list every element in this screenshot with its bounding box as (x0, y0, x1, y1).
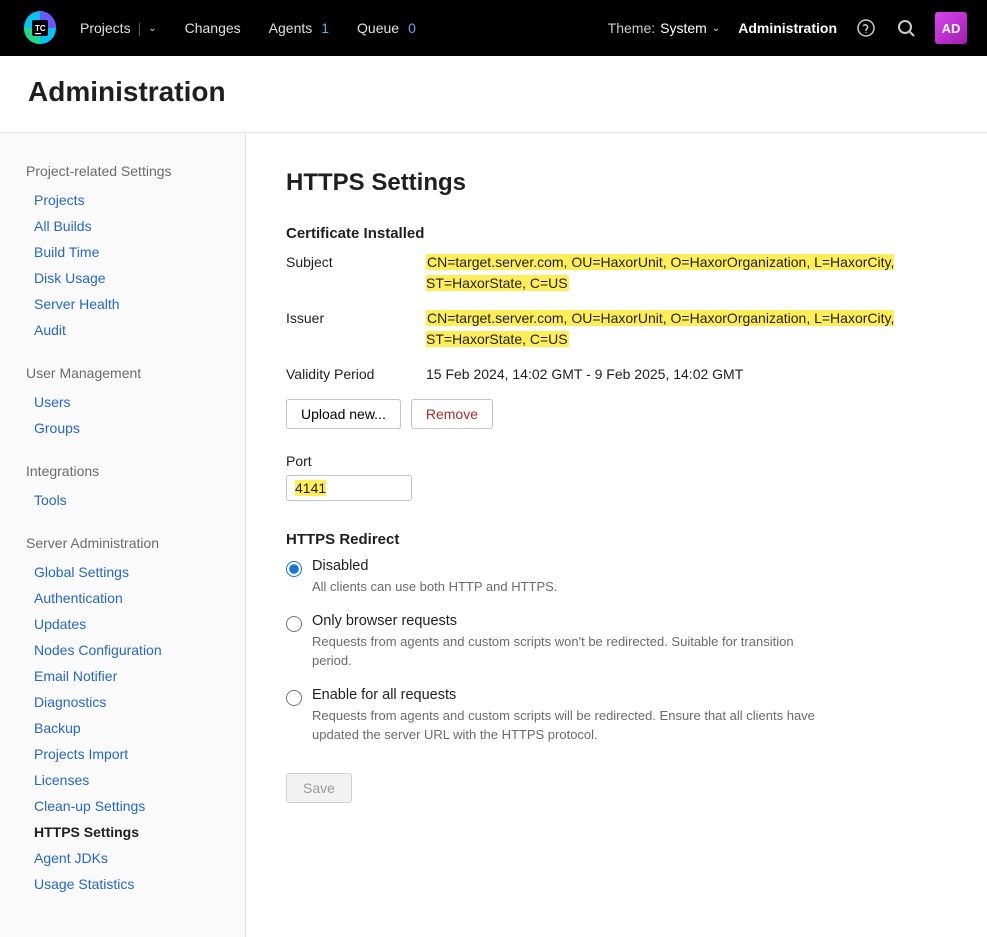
teamcity-logo[interactable]: TC (20, 8, 60, 48)
cert-heading: Certificate Installed (286, 225, 947, 242)
upload-button[interactable]: Upload new... (286, 399, 401, 429)
nav-separator: | (138, 20, 142, 36)
queue-count: 0 (408, 20, 416, 36)
redirect-heading: HTTPS Redirect (286, 531, 947, 548)
radio-disabled[interactable]: Disabled All clients can use both HTTP a… (286, 558, 947, 607)
main-content: HTTPS Settings Certificate Installed Sub… (246, 133, 987, 937)
radio-all-input[interactable] (286, 690, 302, 706)
sidebar-item-all-builds[interactable]: All Builds (0, 213, 245, 239)
sidebar-item-groups[interactable]: Groups (0, 415, 245, 441)
sidebar-item-agent-jdks[interactable]: Agent JDKs (0, 845, 245, 871)
help-icon[interactable] (855, 17, 877, 39)
cert-validity-label: Validity Period (286, 364, 426, 382)
nav-administration[interactable]: Administration (738, 20, 837, 36)
sidebar-item-email-notifier[interactable]: Email Notifier (0, 663, 245, 689)
remove-button[interactable]: Remove (411, 399, 493, 429)
sidebar-item-nodes-config[interactable]: Nodes Configuration (0, 637, 245, 663)
topbar-right: Theme: System ⌄ Administration AD (608, 12, 967, 44)
sidebar-item-build-time[interactable]: Build Time (0, 239, 245, 265)
sidebar-item-tools[interactable]: Tools (0, 487, 245, 513)
port-input[interactable]: 4141 (286, 475, 412, 501)
theme-value: System (660, 20, 707, 36)
sidebar-item-global-settings[interactable]: Global Settings (0, 559, 245, 585)
save-button[interactable]: Save (286, 773, 352, 803)
sidebar-item-server-health[interactable]: Server Health (0, 291, 245, 317)
nav-changes[interactable]: Changes (185, 20, 241, 36)
sidebar-item-disk-usage[interactable]: Disk Usage (0, 265, 245, 291)
port-label: Port (286, 453, 947, 469)
sidebar-item-backup[interactable]: Backup (0, 715, 245, 741)
sidebar-item-projects[interactable]: Projects (0, 187, 245, 213)
sidebar-item-audit[interactable]: Audit (0, 317, 245, 343)
cert-validity-value: 15 Feb 2024, 14:02 GMT - 9 Feb 2025, 14:… (426, 364, 916, 385)
nav-projects-label: Projects (80, 20, 131, 36)
cert-subject-row: Subject CN=target.server.com, OU=HaxorUn… (286, 252, 947, 294)
radio-disabled-label: Disabled (312, 558, 947, 574)
radio-disabled-input[interactable] (286, 561, 302, 577)
cert-subject-value: CN=target.server.com, OU=HaxorUnit, O=Ha… (426, 252, 916, 294)
chevron-down-icon: ⌄ (148, 23, 156, 34)
sidebar-item-diagnostics[interactable]: Diagnostics (0, 689, 245, 715)
sidebar-heading-server: Server Administration (0, 525, 245, 559)
radio-browser-desc: Requests from agents and custom scripts … (312, 632, 832, 671)
layout: Project-related Settings Projects All Bu… (0, 132, 987, 937)
sidebar-heading-integrations: Integrations (0, 453, 245, 487)
sidebar-item-users[interactable]: Users (0, 389, 245, 415)
cert-subject-label: Subject (286, 252, 426, 270)
nav-queue-label: Queue (357, 20, 399, 36)
topbar: TC Projects | ⌄ Changes Agents 1 Queue 0… (0, 0, 987, 56)
sidebar-heading-user: User Management (0, 355, 245, 389)
nav-agents-label: Agents (269, 20, 313, 36)
chevron-down-icon: ⌄ (712, 23, 720, 34)
avatar[interactable]: AD (935, 12, 967, 44)
redirect-section: HTTPS Redirect Disabled All clients can … (286, 531, 947, 803)
sidebar: Project-related Settings Projects All Bu… (0, 133, 246, 937)
cert-actions: Upload new... Remove (286, 399, 947, 429)
cert-issuer-label: Issuer (286, 308, 426, 326)
sidebar-item-authentication[interactable]: Authentication (0, 585, 245, 611)
radio-browser[interactable]: Only browser requests Requests from agen… (286, 613, 947, 681)
search-icon[interactable] (895, 17, 917, 39)
radio-browser-input[interactable] (286, 616, 302, 632)
cert-issuer-row: Issuer CN=target.server.com, OU=HaxorUni… (286, 308, 947, 350)
radio-all[interactable]: Enable for all requests Requests from ag… (286, 687, 947, 755)
radio-all-label: Enable for all requests (312, 687, 947, 703)
radio-disabled-desc: All clients can use both HTTP and HTTPS. (312, 577, 832, 597)
page-title: Administration (0, 56, 987, 132)
section-title: HTTPS Settings (286, 169, 947, 197)
sidebar-heading-project: Project-related Settings (0, 153, 245, 187)
cert-issuer-value: CN=target.server.com, OU=HaxorUnit, O=Ha… (426, 308, 916, 350)
radio-browser-label: Only browser requests (312, 613, 947, 629)
sidebar-item-projects-import[interactable]: Projects Import (0, 741, 245, 767)
theme-selector[interactable]: Theme: System ⌄ (608, 20, 721, 36)
agents-count: 1 (321, 20, 329, 36)
sidebar-item-cleanup[interactable]: Clean-up Settings (0, 793, 245, 819)
cert-validity-row: Validity Period 15 Feb 2024, 14:02 GMT -… (286, 364, 947, 385)
sidebar-item-licenses[interactable]: Licenses (0, 767, 245, 793)
nav-projects[interactable]: Projects | ⌄ (80, 20, 157, 36)
svg-text:TC: TC (35, 24, 46, 33)
sidebar-item-updates[interactable]: Updates (0, 611, 245, 637)
nav-queue[interactable]: Queue 0 (357, 20, 416, 36)
sidebar-item-usage-stats[interactable]: Usage Statistics (0, 871, 245, 897)
radio-all-desc: Requests from agents and custom scripts … (312, 706, 832, 745)
nav-agents[interactable]: Agents 1 (269, 20, 329, 36)
theme-label: Theme: (608, 20, 655, 36)
sidebar-item-https-settings[interactable]: HTTPS Settings (0, 819, 245, 845)
